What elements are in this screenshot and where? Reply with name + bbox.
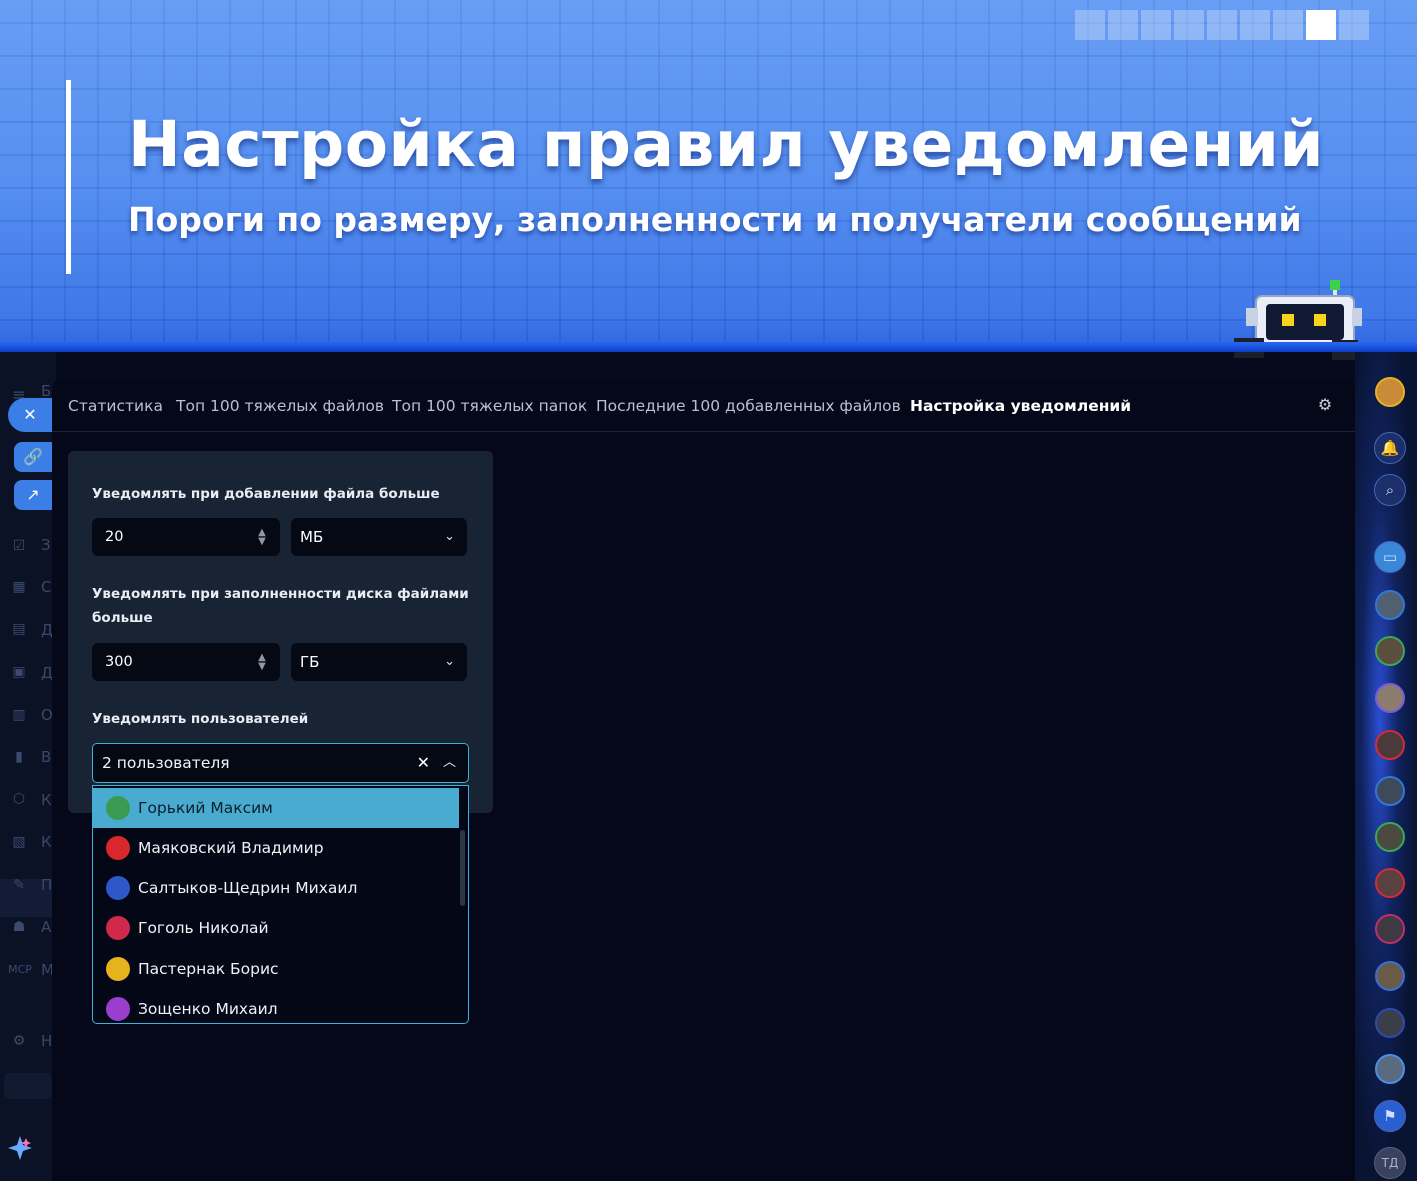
- user-option-label: Зощенко Михаил: [138, 1000, 278, 1018]
- calendar-icon[interactable]: ▥: [10, 706, 28, 724]
- contact-avatar[interactable]: [1375, 1008, 1405, 1038]
- document-icon[interactable]: ▤: [10, 620, 28, 638]
- title-accent-bar: [66, 80, 71, 274]
- contact-avatar[interactable]: [1375, 683, 1405, 713]
- dropdown-scrollbar[interactable]: [460, 830, 465, 906]
- users-selected-summary: 2 пользователя: [102, 754, 230, 772]
- disk-fill-input[interactable]: 300 ▲ ▼: [92, 643, 280, 681]
- contact-avatar[interactable]: [1375, 822, 1405, 852]
- users-label: Уведомлять пользователей: [92, 711, 309, 727]
- contact-avatar[interactable]: [1375, 730, 1405, 760]
- sidebar-letter: В: [41, 748, 52, 766]
- contact-avatar[interactable]: [1375, 1054, 1405, 1084]
- stepper-icon[interactable]: ▲ ▼: [257, 528, 267, 547]
- cube-icon[interactable]: ⬡: [10, 790, 28, 808]
- avatar: [106, 836, 130, 860]
- users-dropdown-list: Горький Максим Маяковский Владимир Салты…: [92, 785, 469, 1024]
- header-banner: Настройка правил уведомлений Пороги по р…: [0, 0, 1417, 360]
- checkbox-icon[interactable]: ☑: [10, 537, 28, 555]
- banner-bottom-edge: [0, 342, 1417, 352]
- disk-fill-unit-value: ГБ: [300, 653, 320, 671]
- chevron-up-icon[interactable]: ︿: [443, 744, 456, 782]
- user-option-label: Пастернак Борис: [138, 960, 279, 978]
- robot-icon[interactable]: ☗: [10, 918, 28, 936]
- file-size-unit-select[interactable]: МБ ⌄: [291, 518, 467, 556]
- disk-fill-label-cont: больше: [92, 610, 153, 626]
- file-size-label: Уведомлять при добавлении файла больше: [92, 486, 440, 502]
- tab-top-heavy-folders[interactable]: Топ 100 тяжелых папок: [392, 397, 587, 415]
- contact-avatar[interactable]: [1375, 961, 1405, 991]
- avatar: [106, 957, 130, 981]
- contact-avatar[interactable]: [1375, 868, 1405, 898]
- user-option[interactable]: Гоголь Николай: [93, 908, 459, 948]
- bar-chart-icon[interactable]: ▮: [10, 748, 28, 766]
- sidebar-letter: Д: [41, 621, 53, 639]
- banner-title: Настройка правил уведомлений: [128, 108, 1325, 181]
- file-size-unit-value: МБ: [300, 528, 324, 546]
- contact-avatar[interactable]: [1375, 776, 1405, 806]
- user-option[interactable]: Зощенко Михаил: [93, 989, 459, 1023]
- decor-squares: [1075, 10, 1369, 40]
- mcp-label[interactable]: MCP: [7, 961, 33, 979]
- main-panel: Статистика Топ 100 тяжелых файлов Топ 10…: [52, 379, 1355, 1181]
- pen-icon[interactable]: ✎: [10, 876, 28, 894]
- sidebar-letter: Н: [41, 1032, 53, 1050]
- user-option[interactable]: Горький Максим: [93, 788, 459, 828]
- bell-icon[interactable]: 🔔: [1374, 432, 1406, 464]
- user-option[interactable]: Пастернак Борис: [93, 949, 459, 989]
- sidebar-letter: П: [41, 876, 53, 894]
- avatar: [106, 916, 130, 940]
- disk-fill-value: 300: [105, 654, 133, 670]
- tab-top-heavy-files[interactable]: Топ 100 тяжелых файлов: [176, 397, 384, 415]
- stepper-icon[interactable]: ▲ ▼: [257, 653, 267, 672]
- board-icon[interactable]: ▣: [10, 663, 28, 681]
- close-icon[interactable]: ✕: [8, 398, 52, 432]
- contact-avatar[interactable]: [1375, 590, 1405, 620]
- chevron-down-icon: ⌄: [444, 654, 455, 669]
- avatar: [106, 796, 130, 820]
- open-external-icon[interactable]: ↗: [14, 480, 52, 510]
- file-size-input[interactable]: 20 ▲ ▼: [92, 518, 280, 556]
- edit-doc-icon[interactable]: ▧: [10, 833, 28, 851]
- avatar: [106, 997, 130, 1021]
- clear-icon[interactable]: ✕: [417, 744, 430, 782]
- disk-fill-label: Уведомлять при заполненности диска файла…: [92, 586, 469, 602]
- avatar: [106, 876, 130, 900]
- store-icon[interactable]: ▦: [10, 578, 28, 596]
- users-multiselect[interactable]: 2 пользователя ✕ ︿: [92, 743, 469, 783]
- tab-bar: Статистика Топ 100 тяжелых файлов Топ 10…: [52, 379, 1355, 432]
- banner-subtitle: Пороги по размеру, заполненности и получ…: [128, 200, 1302, 239]
- left-sidebar: ≡ Б ✕ 🔗 ↗ ☑ З ▦ С ▤ Д ▣ Д ▥ О ▮ В ⬡ К ▧ …: [0, 352, 56, 1181]
- user-option-label: Горький Максим: [138, 799, 273, 817]
- sidebar-letter: Д: [41, 664, 53, 682]
- sidebar-letter: К: [41, 791, 52, 809]
- disk-fill-unit-select[interactable]: ГБ ⌄: [291, 643, 467, 681]
- chat-search-icon[interactable]: ⌕: [1374, 474, 1406, 506]
- sparkle-logo-icon[interactable]: [6, 1134, 34, 1162]
- sidebar-letter: З: [41, 536, 51, 554]
- contact-avatar[interactable]: [1375, 914, 1405, 944]
- gear-icon[interactable]: ⚙: [1316, 396, 1334, 414]
- sidebar-bottom-bar: [4, 1073, 52, 1099]
- settings-icon[interactable]: ⚙: [10, 1032, 28, 1050]
- current-user-avatar[interactable]: [1375, 377, 1405, 407]
- link-icon[interactable]: 🔗: [14, 442, 52, 472]
- user-option[interactable]: Салтыков-Щедрин Михаил: [93, 868, 459, 908]
- tab-last-added-files[interactable]: Последние 100 добавленных файлов: [596, 397, 901, 415]
- sidebar-letter: А: [41, 918, 52, 936]
- file-size-value: 20: [105, 529, 124, 545]
- tab-notification-settings[interactable]: Настройка уведомлений: [910, 397, 1131, 415]
- messages-icon[interactable]: ▭: [1374, 541, 1406, 573]
- user-option-label: Гоголь Николай: [138, 919, 269, 937]
- tab-statistics[interactable]: Статистика: [68, 397, 163, 415]
- contact-avatar[interactable]: [1375, 636, 1405, 666]
- bookmark-icon[interactable]: ⚑: [1374, 1100, 1406, 1132]
- user-option-label: Маяковский Владимир: [138, 839, 324, 857]
- user-option[interactable]: Маяковский Владимир: [93, 828, 459, 868]
- sidebar-letter: К: [41, 833, 52, 851]
- chevron-down-icon: ⌄: [444, 529, 455, 544]
- user-initials-avatar[interactable]: ТД: [1374, 1147, 1406, 1179]
- user-option-label: Салтыков-Щедрин Михаил: [138, 879, 358, 897]
- sidebar-letter: С: [41, 578, 52, 596]
